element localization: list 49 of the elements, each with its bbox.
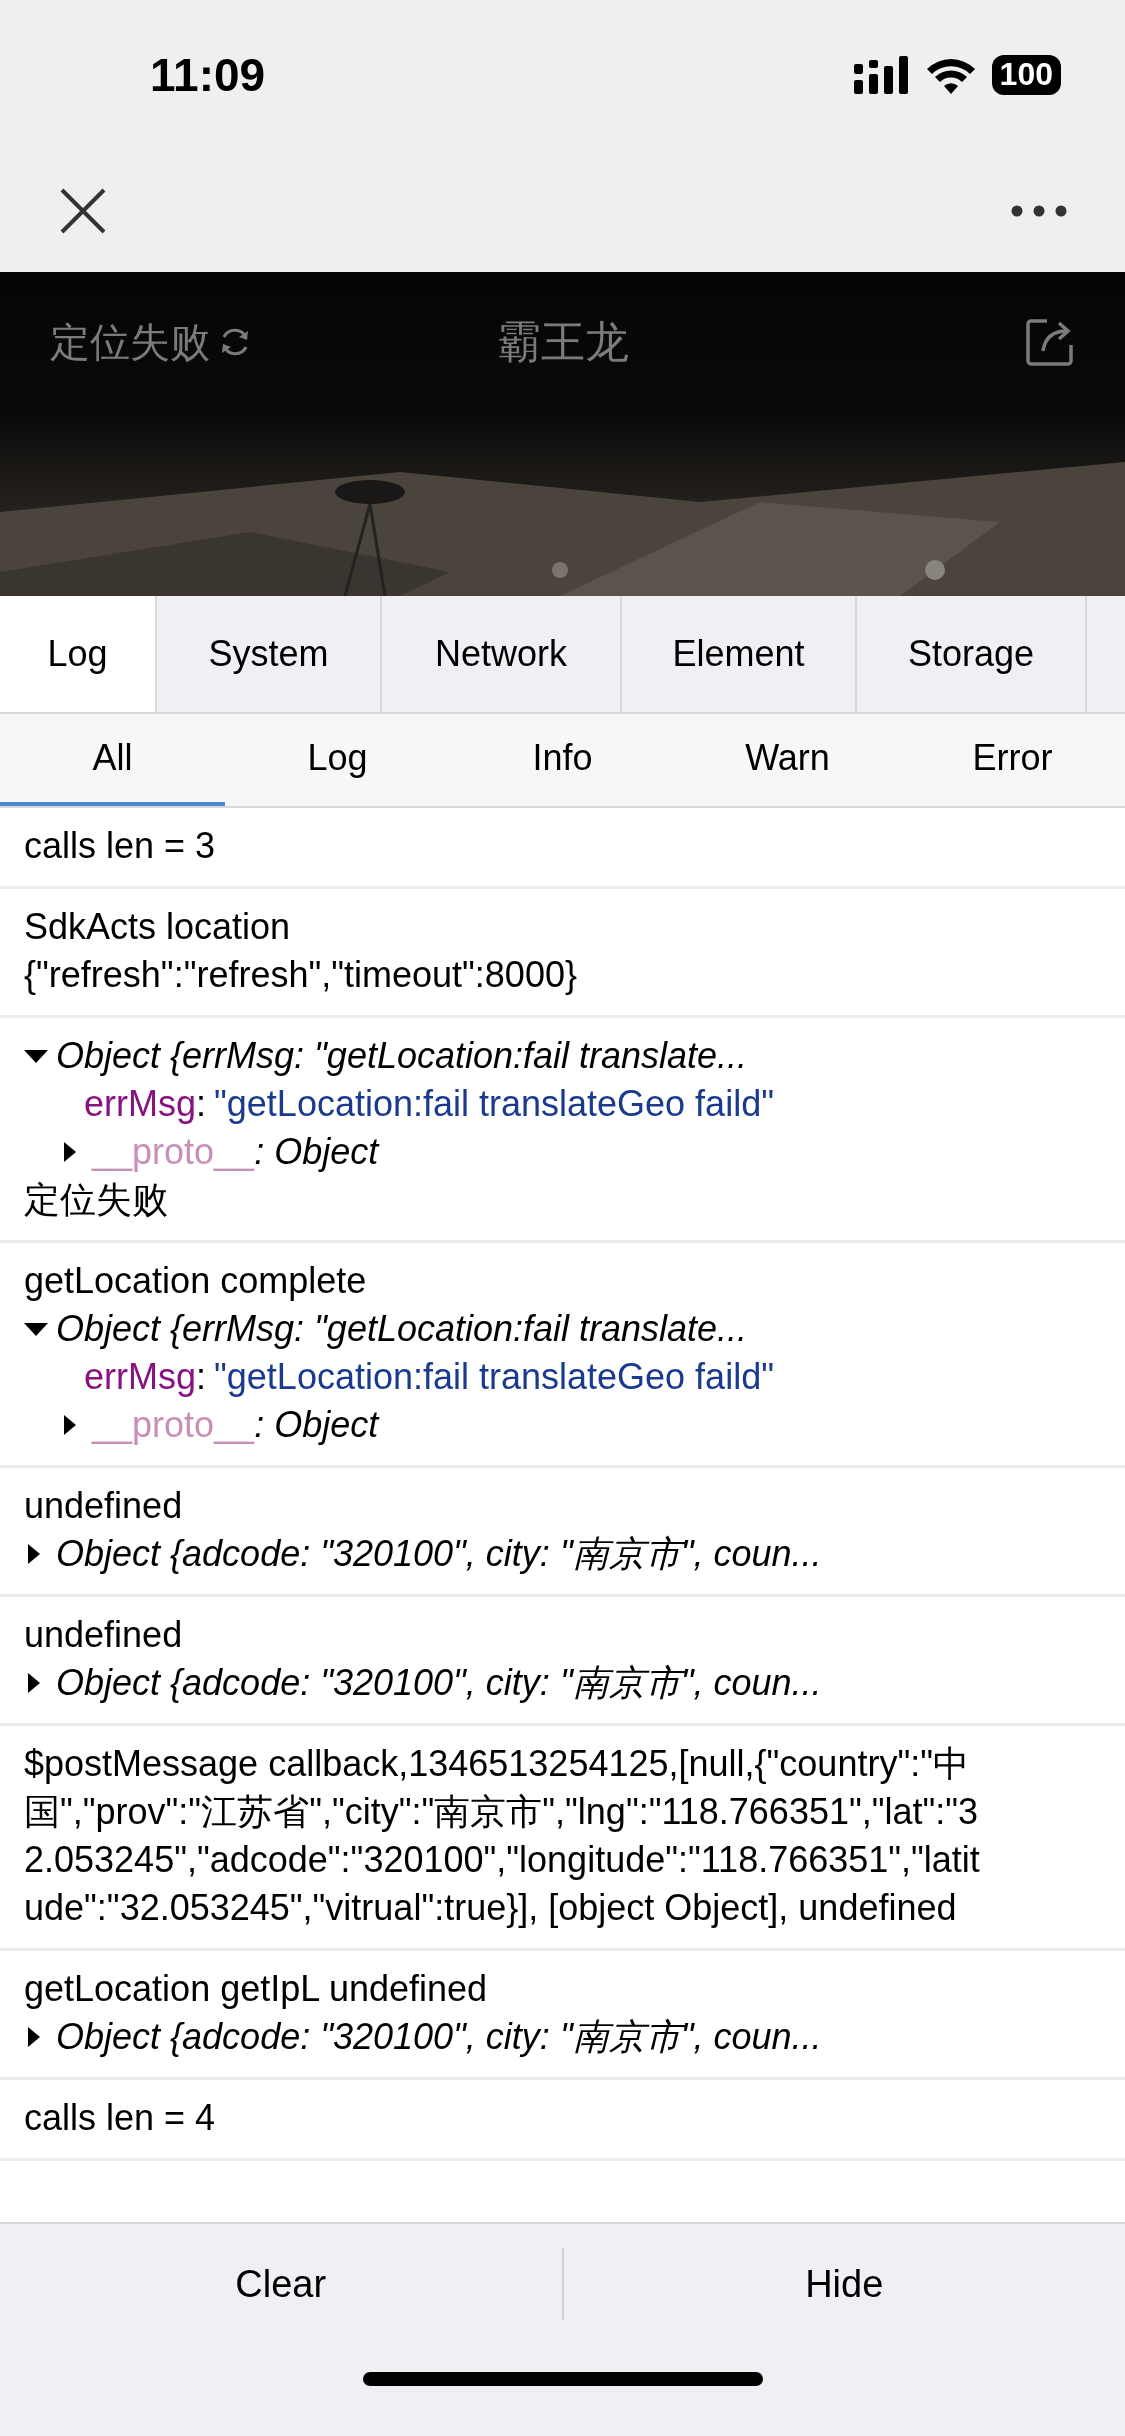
log-text: undefined <box>24 1484 184 1528</box>
log-text: $postMessage callback,1346513254125,[null,{"country":"中国","prov":"江苏省","city":"南京市","lng":"118.766351","lat":"32.053245","adcode":"320100","longitude":"118.766351","latitude":"32.053245","vitrual":true}], [object Object], undefined <box>24 1742 981 1930</box>
battery-indicator: 100 <box>991 55 1061 95</box>
filter-tab[interactable]: Info <box>450 714 675 806</box>
footer-button[interactable]: Clear <box>0 2224 562 2344</box>
property-value: "getLocation:fail translateGeo faild" <box>214 1356 774 1397</box>
property-separator: : <box>196 1356 207 1397</box>
property-key: errMsg <box>84 1356 196 1397</box>
caret-icon[interactable] <box>24 1322 48 1336</box>
log-text: SdkActs location <box>24 905 292 949</box>
caret-icon[interactable] <box>28 1673 40 1693</box>
object-summary: Object {adcode: "320100", city: "南京市", coun... <box>56 2015 822 2059</box>
proto-value: : Object <box>254 1403 379 1447</box>
footer-button[interactable]: Hide <box>563 2224 1125 2344</box>
filter-tab[interactable]: Warn <box>675 714 900 806</box>
filter-tab[interactable]: Log <box>225 714 450 806</box>
object-summary: Object {adcode: "320100", city: "南京市", coun... <box>56 1661 822 1705</box>
caret-icon[interactable] <box>64 1415 76 1435</box>
status-time: 11:09 <box>150 47 266 103</box>
property-value: "getLocation:fail translateGeo faild" <box>214 1083 774 1124</box>
caret-icon[interactable] <box>28 1544 40 1564</box>
object-summary: Object {errMsg: "getLocation:fail translate... <box>56 1034 748 1078</box>
more-icon[interactable] <box>1011 205 1067 217</box>
proto-key: __proto__ <box>92 1401 255 1449</box>
share-icon[interactable] <box>1025 317 1075 367</box>
wifi-icon <box>925 56 976 94</box>
log-text: getLocation complete <box>24 1259 368 1303</box>
page-title: 霸王龙 <box>496 316 629 368</box>
log-text: getLocation getIpL undefined <box>24 1967 489 2011</box>
property-key: errMsg <box>84 1083 196 1124</box>
signal-icon <box>853 56 910 94</box>
property-separator: : <box>196 1083 207 1124</box>
close-icon[interactable] <box>60 188 106 234</box>
object-summary: Object {errMsg: "getLocation:fail translate... <box>56 1307 748 1351</box>
proto-value: : Object <box>254 1130 379 1174</box>
log-text: calls len = 4 <box>24 2096 217 2140</box>
panel-tab[interactable]: Log <box>0 596 157 712</box>
log-text: calls len = 3 <box>24 824 217 868</box>
log-text: undefined <box>24 1613 184 1657</box>
caret-icon[interactable] <box>28 2027 40 2047</box>
proto-key: __proto__ <box>92 1128 255 1176</box>
caret-icon[interactable] <box>24 1049 48 1063</box>
filter-tab[interactable]: Error <box>900 714 1125 806</box>
log-text: 定位失败 <box>24 1178 169 1222</box>
object-summary: Object {adcode: "320100", city: "南京市", coun... <box>56 1532 822 1576</box>
caret-icon[interactable] <box>64 1142 76 1162</box>
location-status: 定位失败 <box>50 319 210 366</box>
log-text: {"refresh":"refresh","timeout":8000} <box>24 953 578 997</box>
filter-tab[interactable]: All <box>0 714 225 806</box>
